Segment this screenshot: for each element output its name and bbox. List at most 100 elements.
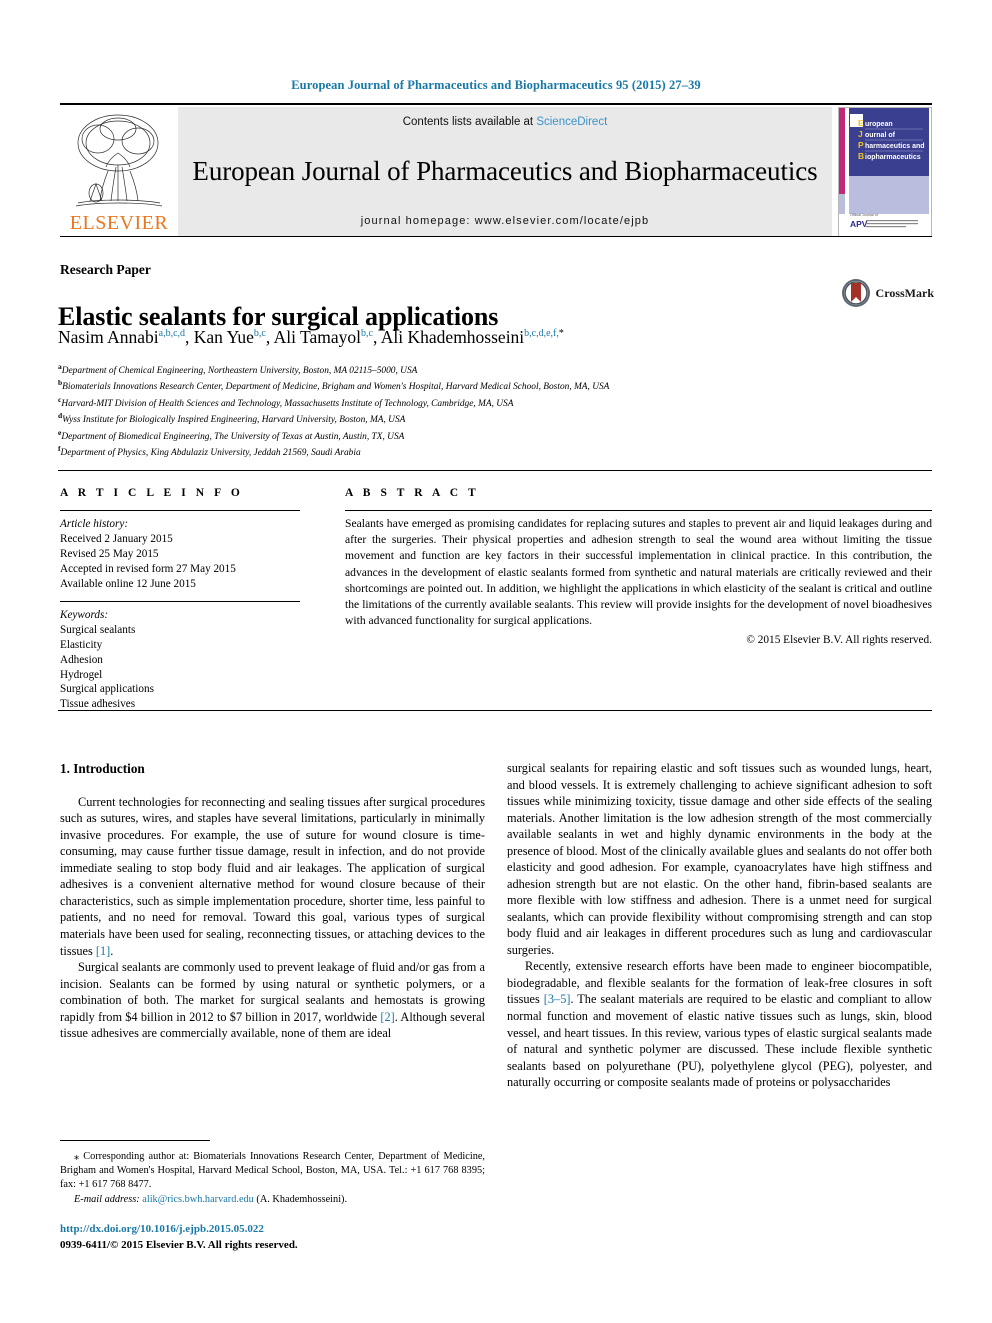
email-owner: (A. Khademhosseini). bbox=[253, 1194, 348, 1206]
running-head: European Journal of Pharmaceutics and Bi… bbox=[291, 78, 701, 92]
author-affiliation-marks: b,c bbox=[361, 328, 373, 340]
author-affiliation-marks: b,c bbox=[253, 328, 266, 340]
article-history-item: Received 2 January 2015 bbox=[60, 532, 173, 545]
affiliation-item: aDepartment of Chemical Engineering, Nor… bbox=[58, 362, 418, 377]
author-name: Ali Tamayol bbox=[273, 327, 362, 347]
info-bottom-rule bbox=[58, 710, 932, 711]
keywords-label: Keywords: bbox=[60, 609, 109, 621]
affiliation-item: cHarvard-MIT Division of Health Sciences… bbox=[58, 394, 514, 410]
svg-text:harmaceutics and: harmaceutics and bbox=[865, 143, 925, 150]
author-affiliation-marks: a,b,c,d bbox=[158, 328, 186, 340]
article-info-heading: A R T I C L E I N F O bbox=[60, 487, 244, 499]
keyword-item: Adhesion bbox=[60, 653, 103, 666]
article-type-kicker: Research Paper bbox=[60, 262, 151, 277]
svg-text:P: P bbox=[858, 140, 864, 150]
body-paragraph: Surgical sealants are commonly used to p… bbox=[60, 960, 485, 1041]
author-name: Nasim Annabi bbox=[58, 327, 159, 347]
crossmark-label: CrossMark bbox=[875, 285, 934, 300]
email-link[interactable]: alik@rics.bwh.harvard.edu bbox=[142, 1194, 254, 1205]
body-column-right: surgical sealants for repairing elastic … bbox=[507, 760, 932, 1091]
keywords-rule bbox=[60, 601, 300, 602]
svg-text:APV: APV bbox=[850, 219, 868, 229]
doi-link[interactable]: http://dx.doi.org/10.1016/j.ejpb.2015.05… bbox=[60, 1222, 485, 1238]
keyword-item: Hydrogel bbox=[60, 668, 103, 681]
journal-masthead: ELSEVIER Contents lists available at Sci… bbox=[60, 103, 932, 237]
abstract-copyright: © 2015 Elsevier B.V. All rights reserved… bbox=[746, 634, 932, 647]
article-history-item: Accepted in revised form 27 May 2015 bbox=[60, 562, 236, 575]
corresponding-body: Corresponding author at: Biomaterials In… bbox=[60, 1151, 485, 1190]
article-info-rule bbox=[60, 510, 300, 511]
abstract-text: Sealants have emerged as promising candi… bbox=[345, 517, 932, 628]
citation-link[interactable]: [2] bbox=[380, 1010, 394, 1024]
svg-text:J: J bbox=[858, 129, 863, 139]
body-paragraph: Recently, extensive research efforts hav… bbox=[507, 959, 932, 1090]
paper-page: European Journal of Pharmaceutics and Bi… bbox=[0, 0, 992, 1323]
affiliation-item: dWyss Institute for Biologically Inspire… bbox=[58, 411, 406, 426]
svg-text:ournal of: ournal of bbox=[865, 132, 896, 139]
elsevier-tree-icon bbox=[75, 114, 163, 207]
elsevier-wordmark: ELSEVIER bbox=[69, 212, 169, 234]
contents-prefix: Contents lists available at bbox=[402, 116, 537, 128]
journal-homepage-link[interactable]: journal homepage: www.elsevier.com/locat… bbox=[361, 215, 649, 227]
article-history-label: Article history: bbox=[60, 518, 129, 530]
email-label: E-mail address: bbox=[74, 1194, 140, 1206]
abstract-block: Sealants have emerged as promising candi… bbox=[345, 516, 932, 649]
elsevier-logo: ELSEVIER bbox=[60, 107, 178, 237]
issn-copyright: 0939-6411/© 2015 Elsevier B.V. All right… bbox=[60, 1238, 298, 1251]
sciencedirect-link[interactable]: ScienceDirect bbox=[536, 116, 607, 128]
corresponding-author-note: ⁎ Corresponding author at: Biomaterials … bbox=[60, 1150, 485, 1207]
crossmark-badge[interactable]: CrossMark bbox=[841, 278, 934, 308]
svg-text:E: E bbox=[858, 118, 864, 128]
keyword-item: Elasticity bbox=[60, 638, 103, 651]
info-top-rule bbox=[58, 470, 932, 471]
affiliation-mark: a bbox=[58, 362, 62, 371]
journal-cover-art: uropean ournal of harmaceutics and iopha… bbox=[839, 108, 929, 236]
email-line: E-mail address: alik@rics.bwh.harvard.ed… bbox=[60, 1193, 485, 1207]
right-paragraphs: surgical sealants for repairing elastic … bbox=[507, 760, 932, 1091]
svg-text:B: B bbox=[858, 151, 864, 161]
svg-text:uropean: uropean bbox=[865, 121, 893, 128]
body-paragraph: surgical sealants for repairing elastic … bbox=[507, 761, 932, 957]
left-paragraphs: Current technologies for reconnecting an… bbox=[60, 794, 485, 1042]
svg-text:iopharmaceutics: iopharmaceutics bbox=[865, 154, 921, 161]
corresponding-author-text: ⁎ Corresponding author at: Biomaterials … bbox=[60, 1150, 485, 1191]
keywords-block: Keywords: Surgical sealants Elasticity Adh… bbox=[60, 608, 310, 712]
author-list: Nasim Annabia,b,c,d, Kan Yueb,c, Ali Tam… bbox=[58, 327, 564, 347]
article-history-item: Revised 25 May 2015 bbox=[60, 547, 159, 560]
journal-title: European Journal of Pharmaceutics and Bi… bbox=[192, 155, 818, 186]
footnote-rule bbox=[60, 1140, 210, 1141]
affiliation-mark: b bbox=[58, 378, 63, 388]
affiliation-list: aDepartment of Chemical Engineering, Nor… bbox=[58, 362, 938, 461]
citation-link[interactable]: [3–5] bbox=[544, 992, 571, 1006]
affiliation-mark: e bbox=[58, 427, 62, 437]
abstract-heading: A B S T R A C T bbox=[345, 487, 480, 499]
section-heading-introduction: 1. Introduction bbox=[60, 761, 145, 776]
body-column-left: 1. Introduction Current technologies for… bbox=[60, 760, 485, 1042]
affiliation-mark: d bbox=[58, 411, 63, 421]
keyword-item: Surgical applications bbox=[60, 683, 154, 696]
affiliation-item: eDepartment of Biomedical Engineering, T… bbox=[58, 427, 405, 442]
article-history: Article history: Received 2 January 2015… bbox=[60, 517, 310, 591]
masthead-bottom-rule bbox=[60, 236, 932, 237]
affiliation-mark: f bbox=[58, 444, 61, 454]
doi-block: http://dx.doi.org/10.1016/j.ejpb.2015.05… bbox=[60, 1222, 485, 1253]
contents-available-line: Contents lists available at ScienceDirec… bbox=[403, 116, 608, 128]
article-history-item: Available online 12 June 2015 bbox=[60, 577, 196, 590]
affiliation-item: fDepartment of Physics, King Abdulaziz U… bbox=[58, 444, 361, 459]
keyword-items: Surgical sealants Elasticity Adhesion Hydro… bbox=[60, 623, 310, 712]
affiliation-item: bBiomaterials Innovations Research Cente… bbox=[58, 378, 610, 393]
author-affiliation-marks: b,c,d,e,f, bbox=[524, 328, 559, 340]
keyword-item: Surgical sealants bbox=[60, 623, 136, 636]
journal-cover-thumbnail: uropean ournal of harmaceutics and iopha… bbox=[838, 107, 932, 237]
author-name: Ali Khademhosseini bbox=[380, 327, 525, 347]
author-name: Kan Yue bbox=[193, 327, 254, 347]
crossmark-icon bbox=[841, 279, 870, 307]
citation-link[interactable]: [1] bbox=[96, 944, 110, 958]
body-paragraph: Current technologies for reconnecting an… bbox=[60, 794, 485, 958]
svg-text:Official Journal of: Official Journal of bbox=[850, 213, 878, 217]
affiliation-mark: c bbox=[58, 394, 62, 404]
journal-band: Contents lists available at ScienceDirec… bbox=[178, 107, 832, 237]
article-history-items: Received 2 January 2015 Revised 25 May 20… bbox=[60, 532, 310, 592]
corresponding-author-marker: * bbox=[558, 328, 564, 340]
abstract-rule bbox=[345, 510, 932, 511]
